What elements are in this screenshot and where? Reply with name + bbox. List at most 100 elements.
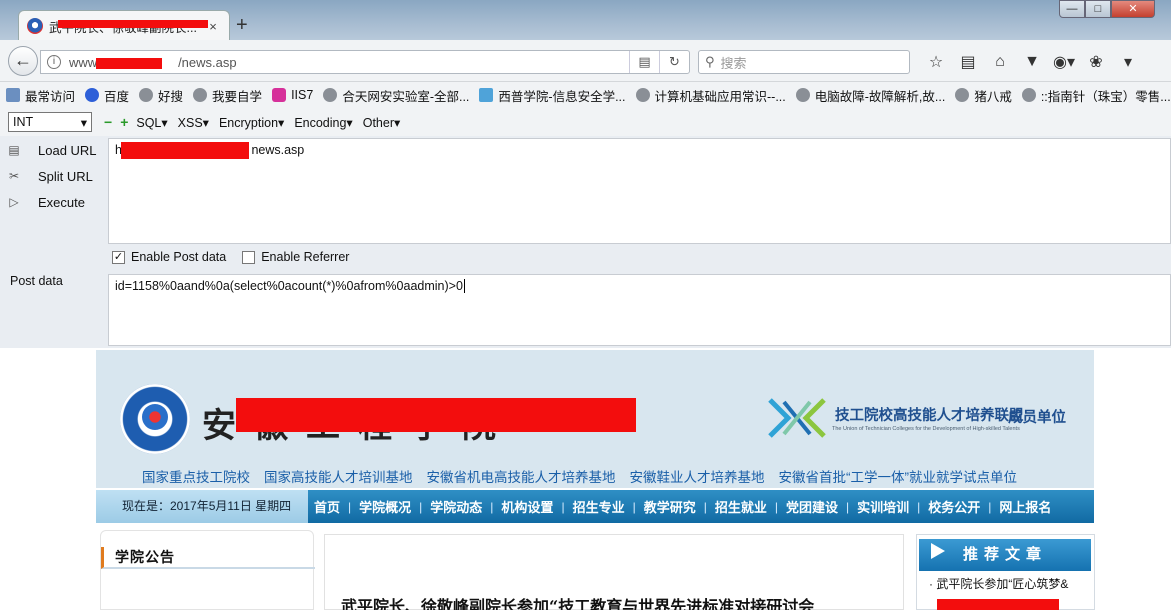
bookmark-label: 百度 — [104, 89, 130, 104]
nav-affairs[interactable]: 校务公开 — [928, 497, 980, 516]
member-unit-label: 成员单位 — [1008, 410, 1066, 426]
bookmarks-bar: 最常访问 百度 好搜 我要自学 IIS7 合天网安实验室-全部... 西普学院-… — [0, 82, 1171, 108]
minus-button[interactable]: − — [104, 114, 112, 130]
bookmark-item[interactable]: 合天网安实验室-全部... — [323, 86, 469, 105]
toolbar-icons: ☆ ▤ ⌂ ▼ ◉▾ ❀ ▾ — [920, 52, 1144, 72]
menu-other[interactable]: Other▾ — [363, 115, 401, 130]
bookmark-label: 猪八戒 — [974, 89, 1012, 104]
redaction-mark — [121, 142, 249, 159]
bookmark-star-icon[interactable]: ☆ — [920, 52, 952, 72]
bookmark-item[interactable]: 猪八戒 — [955, 86, 1012, 105]
globe-icon — [323, 88, 338, 102]
enable-referrer-checkbox[interactable] — [242, 250, 256, 264]
honor-tag: 安徽省机电高技能人才培养基地 — [426, 470, 616, 485]
plus-button[interactable]: + — [120, 114, 128, 130]
split-url-button[interactable]: ✂ Split URL — [6, 163, 97, 189]
news-panel: 武平院长、徐敬峰副院长参加“技工教育与世界先进标准对接研讨会 — [324, 534, 904, 610]
new-tab-button[interactable]: + — [236, 14, 248, 37]
recommend-panel: 推荐文章 · 武平院长参加“匠心筑梦& — [916, 534, 1095, 610]
nav-research[interactable]: 教学研究 — [644, 497, 696, 516]
enable-post-checkbox[interactable]: ✓ — [112, 250, 125, 264]
menu-icon[interactable]: ▾ — [1112, 52, 1144, 72]
bookmark-item[interactable]: ::指南针（珠宝）零售... — [1021, 86, 1171, 105]
post-data-label: Post data — [10, 274, 63, 288]
nav-separator: | — [490, 499, 494, 514]
scissors-icon: ✂ — [8, 169, 20, 183]
nav-separator: | — [774, 499, 778, 514]
globe-icon — [635, 88, 650, 102]
baidu-icon — [85, 88, 100, 102]
nav-news[interactable]: 学院动态 — [430, 497, 482, 516]
nav-register[interactable]: 网上报名 — [999, 497, 1051, 516]
news-headline[interactable]: 武平院长、徐敬峰副院长参加“技工教育与世界先进标准对接研讨会 — [341, 593, 814, 610]
search-bar[interactable]: ⚲ 搜索 — [698, 50, 910, 74]
nav-employment[interactable]: 招生就业 — [715, 497, 767, 516]
menu-sql[interactable]: SQL▾ — [136, 115, 167, 130]
redaction-mark — [236, 398, 636, 432]
redaction-mark — [96, 58, 162, 69]
post-data-textarea[interactable]: id=1158%0aand%0a(select%0acount(*)%0afro… — [108, 274, 1171, 346]
honor-tag: 安徽省首批“工学一体”就业就学试点单位 — [778, 470, 1018, 485]
hackbar-toolbar: INT ▾ − + SQL▾ XSS▾ Encryption▾ Encoding… — [0, 108, 1171, 136]
type-select[interactable]: INT ▾ — [8, 112, 92, 132]
window-controls: — □ ✕ — [1059, 0, 1155, 18]
globe-icon — [1021, 88, 1036, 102]
home-icon[interactable]: ⌂ — [984, 53, 1016, 71]
nav-separator: | — [988, 499, 992, 514]
back-button[interactable]: ← — [8, 46, 38, 76]
reload-icon[interactable]: ↻ — [659, 51, 689, 73]
load-url-button[interactable]: ▤ Load URL — [6, 137, 96, 163]
minimize-button[interactable]: — — [1059, 0, 1085, 18]
bug-icon[interactable]: ❀ — [1080, 52, 1112, 72]
bookmark-item[interactable]: 西普学院-信息安全学... — [479, 86, 626, 105]
nav-departments[interactable]: 机构设置 — [501, 497, 553, 516]
site-favicon-icon — [27, 18, 43, 34]
history-icon — [6, 88, 20, 102]
bookmark-label: 电脑故障-故障解析,故... — [814, 89, 946, 104]
url-path: /news.asp — [178, 54, 237, 70]
nav-separator: | — [561, 499, 565, 514]
bookmark-item[interactable]: 计算机基础应用常识--... — [635, 86, 786, 105]
pocket-icon[interactable]: ▼ — [1016, 53, 1048, 71]
reading-list-icon[interactable]: ▤ — [952, 52, 984, 72]
alliance-english-name: The Union of Technician Colleges for the… — [832, 426, 1020, 432]
bookmark-item[interactable]: 最常访问 — [6, 86, 75, 105]
bookmark-label: 计算机基础应用常识--... — [654, 89, 786, 104]
alliance-logo-icon — [768, 398, 826, 438]
bookmark-item[interactable]: 我要自学 — [193, 86, 262, 105]
nav-party[interactable]: 党团建设 — [786, 497, 838, 516]
bookmark-item[interactable]: 电脑故障-故障解析,故... — [795, 86, 946, 105]
url-textarea[interactable]: htnews.asp — [108, 138, 1171, 244]
bookmark-label: 合天网安实验室-全部... — [342, 89, 470, 104]
bookmark-item[interactable]: 好搜 — [139, 86, 183, 105]
bookmark-item[interactable]: IIS7 — [272, 88, 313, 102]
execute-button[interactable]: ▷ Execute — [6, 189, 97, 215]
school-logo-icon — [120, 384, 190, 454]
addon-icon[interactable]: ◉▾ — [1048, 52, 1080, 72]
type-select-value: INT — [13, 115, 34, 129]
search-placeholder: 搜索 — [720, 55, 747, 71]
announcement-title: 学院公告 — [101, 547, 315, 569]
nav-majors[interactable]: 招生专业 — [573, 497, 625, 516]
nav-separator: | — [419, 499, 423, 514]
nav-training[interactable]: 实训培训 — [857, 497, 909, 516]
menu-encryption[interactable]: Encryption▾ — [219, 115, 284, 130]
site-info-icon[interactable]: i — [47, 55, 61, 69]
close-window-button[interactable]: ✕ — [1111, 0, 1155, 18]
reader-view-icon[interactable]: ▤ — [629, 51, 659, 73]
navigation-bar: ← i www. /news.asp ▤ ↻ ⚲ 搜索 ☆ ▤ ⌂ ▼ ◉▾ ❀… — [0, 40, 1171, 82]
honor-tag: 国家高技能人才培训基地 — [264, 470, 413, 485]
bookmark-item[interactable]: 百度 — [85, 86, 129, 105]
bookmark-label: IIS7 — [291, 88, 314, 102]
menu-encoding[interactable]: Encoding▾ — [294, 115, 352, 130]
recommend-item[interactable]: · 武平院长参加“匠心筑梦& — [929, 575, 1068, 592]
bookmark-label: 我要自学 — [212, 89, 263, 104]
globe-icon — [193, 88, 208, 102]
nav-separator: | — [703, 499, 707, 514]
split-url-label: Split URL — [38, 168, 93, 184]
menu-xss[interactable]: XSS▾ — [178, 115, 209, 130]
maximize-button[interactable]: □ — [1085, 0, 1111, 18]
title-bar: 武平院长、徐敬峰副院长... × + — □ ✕ — [0, 0, 1171, 41]
nav-home[interactable]: 首页 — [314, 497, 340, 516]
nav-overview[interactable]: 学院概况 — [359, 497, 411, 516]
